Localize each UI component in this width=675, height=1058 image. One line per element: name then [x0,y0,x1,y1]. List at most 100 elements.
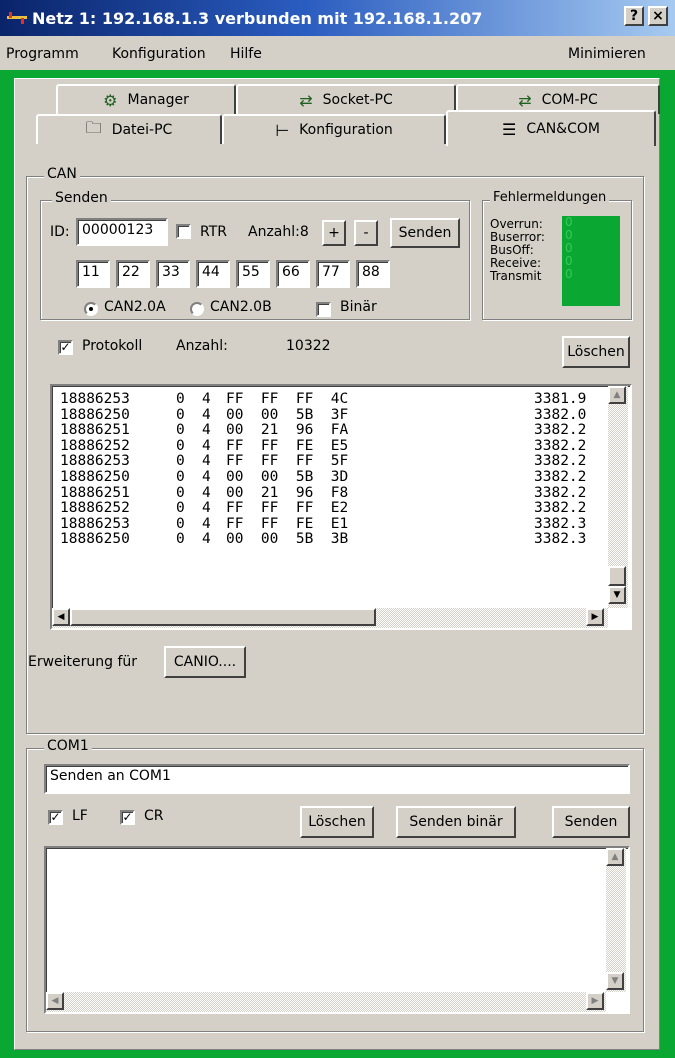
plus-button[interactable]: + [322,220,346,246]
can20b-label: CAN2.0B [210,299,272,315]
byte-input[interactable]: 66 [276,260,310,288]
minus-button[interactable]: - [354,220,378,246]
scroll-left-icon[interactable]: ◀ [52,608,70,626]
log-data: FF FF FE E1 [226,515,349,532]
log-horizontal-scrollbar[interactable]: ◀ ▶ [52,608,608,628]
tab-datei-pc[interactable]: 🗀 Datei-PC [36,114,222,144]
log-col-a: 0 [176,453,185,470]
cr-label: CR [144,808,164,824]
com1-horizontal-scrollbar[interactable]: ◀ ▶ [46,992,606,1012]
log-col-a: 0 [176,422,185,439]
tab-manager[interactable]: ⚙ Manager [56,84,236,114]
log-data: 00 21 96 FA [226,422,349,439]
tab-label: CAN&COM [526,121,600,137]
byte-input[interactable]: 77 [316,260,350,288]
byte-input[interactable]: 55 [236,260,270,288]
log-row[interactable]: 18886253 0 4 FF FF FF 4C 3381.9 [60,392,600,408]
can20a-radio[interactable] [84,302,98,316]
com1-send-button[interactable]: Senden [552,806,630,838]
log-col-b: 4 [202,500,211,517]
lf-checkbox[interactable]: ✓ [48,810,63,825]
log-row[interactable]: 18886253 0 4 FF FF FE E1 3382.3 [60,515,600,533]
log-row[interactable]: 18886253 0 4 FF FF FF 5F 3382.2 [60,454,600,470]
tab-label: Konfiguration [299,122,393,138]
send-can-button[interactable]: Senden [390,218,460,248]
transmit-label: Transmit [490,269,542,283]
tab-can-com[interactable]: ☰ CAN&COM [446,110,656,146]
tab-konfiguration[interactable]: ⊢ Konfiguration [222,114,446,144]
log-id: 18886253 [60,515,130,532]
byte-input[interactable]: 11 [76,260,110,288]
log-col-b: 4 [202,406,211,423]
scroll-up-icon[interactable]: ▲ [608,386,626,404]
log-row[interactable]: 18886250 0 4 00 00 5B 3F 3382.0 [60,406,600,424]
log-id: 18886252 [60,500,130,517]
menu-hilfe[interactable]: Hilfe [230,46,262,62]
anzahl-count-label: Anzahl: [176,338,228,354]
log-col-a: 0 [176,392,185,407]
config-icon: ⊢ [275,120,290,140]
menu-programm[interactable]: Programm [6,46,79,62]
log-col-b: 4 [202,515,211,532]
com1-output-area[interactable]: ▲ ▼ ◀ ▶ [44,846,630,1014]
tab-label: Datei-PC [111,122,173,138]
can20b-radio[interactable] [190,302,204,316]
binaer-checkbox[interactable] [316,302,331,317]
scroll-right-icon[interactable]: ▶ [586,608,604,626]
help-button[interactable]: ? [624,6,644,26]
byte-input[interactable]: 22 [116,260,150,288]
log-col-a: 0 [176,515,185,532]
log-row[interactable]: 18886251 0 4 00 21 96 F8 3382.2 [60,484,600,502]
scroll-down-icon[interactable]: ▼ [608,586,626,604]
log-id: 18886251 [60,484,130,501]
protokoll-checkbox[interactable]: ✓ [58,340,73,355]
com1-clear-button[interactable]: Löschen [300,806,374,838]
log-row[interactable]: 18886252 0 4 FF FF FF E2 3382.2 [60,501,600,517]
scroll-left-icon[interactable]: ◀ [46,992,64,1010]
log-row[interactable]: 18886251 0 4 00 21 96 FA 3382.2 [60,423,600,439]
byte-input[interactable]: 44 [196,260,230,288]
transmit-value: 0 [565,267,573,281]
log-col-a: 0 [176,406,185,423]
canio-button[interactable]: CANIO.... [164,646,246,678]
log-scroll-thumb[interactable] [608,566,626,586]
close-button[interactable]: × [648,6,668,26]
log-row[interactable]: 18886250 0 4 00 00 5B 3D 3382.2 [60,469,600,486]
byte-input[interactable]: 33 [156,260,190,288]
log-col-a: 0 [176,469,185,485]
log-row[interactable]: 18886250 0 4 00 00 5B 3B 3382.3 [60,532,600,548]
log-hscroll-thumb[interactable] [70,608,376,626]
log-data: 00 00 5B 3B [226,531,349,548]
menu-minimieren[interactable]: Minimieren [568,46,646,62]
rtr-checkbox[interactable] [176,224,191,239]
byte-input[interactable]: 88 [356,260,390,288]
menu-bar: Programm Konfiguration Hilfe Minimieren [0,36,675,70]
log-id: 18886252 [60,437,130,454]
menu-konfiguration[interactable]: Konfiguration [112,46,206,62]
id-label: ID: [50,224,70,240]
com1-send-input[interactable]: Senden an COM1 [44,764,630,794]
log-row[interactable]: 18886252 0 4 FF FF FE E5 3382.2 [60,437,600,455]
can-log-list[interactable]: 18886253 0 4 FF FF FF 4C 3381.9 18886250 0 4 00 … [50,384,632,630]
log-id: 18886250 [60,531,130,548]
log-vertical-scrollbar[interactable]: ▲ ▼ [608,386,628,608]
log-time: 3382.2 [534,500,587,517]
id-input[interactable]: 00000123 [76,218,168,246]
scroll-down-icon[interactable]: ▼ [606,972,624,990]
scroll-right-icon[interactable]: ▶ [586,992,604,1010]
fehler-group-label: Fehlermeldungen [490,190,610,205]
log-time: 3382.3 [534,515,587,532]
scroll-up-icon[interactable]: ▲ [606,848,624,866]
tab-socket-pc[interactable]: ⇄ Socket-PC [236,84,456,114]
log-col-a: 0 [176,437,185,454]
protokoll-label: Protokoll [82,338,143,354]
com1-send-binary-button[interactable]: Senden binär [396,806,516,838]
log-id: 18886253 [60,453,130,470]
protokoll-clear-button[interactable]: Löschen [562,336,630,368]
com1-vertical-scrollbar[interactable]: ▲ ▼ [606,848,626,992]
log-id: 18886251 [60,422,130,439]
receive-value: 0 [565,254,573,268]
cr-checkbox[interactable]: ✓ [120,810,135,825]
log-data: 00 00 5B 3D [226,469,349,485]
senden-group-label: Senden [52,190,111,206]
